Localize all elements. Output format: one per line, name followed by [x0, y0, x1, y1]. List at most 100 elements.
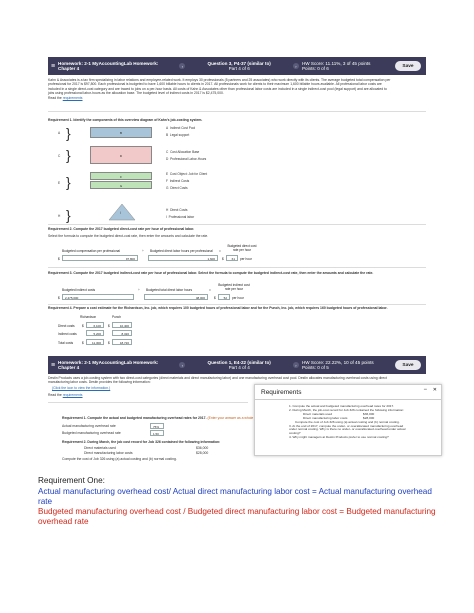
- divide-sign: ÷: [138, 288, 140, 292]
- indirect-rate-input[interactable]: 52: [218, 294, 230, 300]
- requirements-list: 1. Compute the actual and budgeted manuf…: [289, 404, 406, 440]
- brace-icon: }: [66, 125, 71, 141]
- divider: [48, 111, 426, 112]
- row-label-direct: Direct costs: [58, 324, 75, 328]
- option-d[interactable]: D Professional Labor-Hours: [166, 157, 206, 161]
- diagram-box-b: B: [90, 127, 152, 138]
- equals-sign: =: [219, 249, 221, 253]
- diagram-box-i: I: [120, 211, 121, 215]
- formula-col3: Budgeted indirect cost rate per hour: [218, 283, 250, 291]
- divider: [48, 402, 248, 403]
- budgeted-rate-formula: Budgeted manufacturing overhead cost / B…: [38, 507, 436, 526]
- diagram-box-g: G: [90, 181, 152, 189]
- option-e[interactable]: E Cost Object: Job for Client: [166, 172, 207, 176]
- labor-hours-input[interactable]: 1,600: [148, 255, 218, 261]
- requirement-2-text: Requirement 2. Compute the 2017 budgeted…: [48, 227, 195, 231]
- divider: [48, 304, 426, 305]
- save-button[interactable]: Save: [395, 360, 421, 370]
- next-question-icon[interactable]: ›: [292, 63, 299, 69]
- option-a[interactable]: A Indirect Cost Pool: [166, 126, 195, 130]
- prev-question-icon[interactable]: ‹: [179, 362, 186, 368]
- formula-col2: Budgeted direct labor hours per professi…: [150, 249, 213, 253]
- direct-labor-value: $28,000: [196, 451, 209, 455]
- formula-col3: Budgeted direct cost rate per hour: [227, 244, 257, 252]
- requirements-dialog: Requirements − ✕ 1. Compute the actual a…: [254, 384, 442, 456]
- close-icon[interactable]: ✕: [433, 387, 437, 393]
- brace-icon: }: [66, 174, 71, 190]
- direct-rate-input[interactable]: 61: [226, 255, 238, 261]
- actual-rate-label: Actual manufacturing overhead rate: [62, 424, 116, 428]
- answer-letter-e: E: [58, 181, 61, 185]
- answer-letter-c: C: [58, 154, 61, 158]
- divider: [48, 267, 426, 268]
- score-info: HW Score: 22.22%, 10 of 45 points Points…: [301, 360, 374, 370]
- menu-icon[interactable]: ≡: [48, 362, 58, 369]
- requirements-link[interactable]: requirements: [63, 393, 83, 397]
- formula-col1: Budgeted compensation per professional: [62, 249, 120, 253]
- brace-icon: }: [66, 207, 71, 223]
- diagram-box-d: D: [90, 146, 152, 164]
- option-i[interactable]: I Professional labor: [166, 215, 194, 219]
- formula-col1: Budgeted indirect costs: [62, 288, 96, 292]
- option-b[interactable]: B Legal support: [166, 133, 189, 137]
- actual-rate-formula: Actual manufacturing overhead cost/ Actu…: [38, 487, 432, 506]
- requirements-link[interactable]: requirements: [63, 96, 83, 100]
- view-information-link[interactable]: (Click the icon to view the information.…: [52, 386, 110, 390]
- option-c[interactable]: C Cost Allocation Base: [166, 150, 199, 154]
- question-info: Question 3, P4-37 (similar to) Part 4 of…: [207, 61, 271, 71]
- actual-rate-input[interactable]: 75%: [150, 423, 164, 429]
- divider: [48, 224, 426, 225]
- diagram-box-f: F: [90, 172, 152, 180]
- compensation-input[interactable]: 97,800: [62, 255, 138, 261]
- answer-letter-a: A: [58, 131, 61, 135]
- formula-col2: Budgeted total direct labor hours: [146, 288, 193, 292]
- homework-title: Homework: 2-1 MyAccountingLab Homework: …: [58, 359, 159, 370]
- requirement-3-text: Requirement 3. Compute the 2017 budgeted…: [48, 271, 374, 275]
- column-punch: Punch: [112, 315, 122, 319]
- budgeted-rate-label: Budgeted manufacturing overhead rate: [62, 431, 121, 435]
- richardson-indirect-input[interactable]: 5,200: [86, 330, 104, 336]
- prev-question-icon[interactable]: ‹: [179, 63, 186, 69]
- option-g[interactable]: G Direct Costs: [166, 186, 188, 190]
- problem-intro: Kahn & Associates is a tax firm speciali…: [48, 78, 391, 100]
- budgeted-rate-input[interactable]: 1.50: [150, 430, 164, 436]
- direct-labor-label: Direct manufacturing labor costs: [84, 451, 133, 455]
- save-button[interactable]: Save: [395, 61, 421, 71]
- direct-materials-value: $36,000: [196, 446, 209, 450]
- punch-direct-input[interactable]: 10,400: [112, 322, 132, 328]
- row-label-total: Total costs: [58, 341, 74, 345]
- menu-icon[interactable]: ≡: [48, 63, 58, 70]
- row-label-indirect: Indirect costs: [58, 332, 77, 336]
- requirement-1-text-2: Requirement 1. Compute the actual and bu…: [62, 416, 268, 420]
- unit-label: per hour: [232, 296, 244, 300]
- score-info: HW Score: 11.11%, 3 of 45 points Points:…: [301, 61, 371, 71]
- indirect-costs-input[interactable]: 2,475,000: [62, 294, 134, 300]
- requirement-1-text: Requirement 1. Identify the components o…: [48, 118, 203, 122]
- option-f[interactable]: F Indirect Costs: [166, 179, 189, 183]
- next-question-icon[interactable]: ›: [292, 362, 299, 368]
- brace-icon: }: [66, 147, 71, 163]
- equals-sign: =: [209, 288, 211, 292]
- question-info: Question 1, E4-22 (similar to) Part 4 of…: [207, 360, 271, 370]
- homework-header-2: ≡ Homework: 2-1 MyAccountingLab Homework…: [48, 356, 426, 374]
- dialog-title: Requirements: [261, 389, 302, 396]
- punch-indirect-input[interactable]: 8,320: [112, 330, 132, 336]
- richardson-total-input[interactable]: 11,300: [86, 339, 104, 345]
- total-hours-input[interactable]: 48,000: [144, 294, 208, 300]
- punch-total-input[interactable]: 18,720: [112, 339, 132, 345]
- requirement-one-heading: Requirement One:: [38, 476, 105, 485]
- column-richardson: Richardson: [80, 315, 97, 319]
- triangle-icon: [108, 203, 136, 221]
- direct-materials-label: Direct materials used: [84, 446, 116, 450]
- compute-instruction: Compute the cost of Job 326 using (a) ac…: [62, 457, 177, 461]
- minimize-icon[interactable]: −: [423, 387, 427, 393]
- homework-title: Homework: 2-1 MyAccountingLab Homework: …: [58, 60, 159, 71]
- divide-sign: ÷: [142, 249, 144, 253]
- richardson-direct-input[interactable]: 6,100: [86, 322, 104, 328]
- homework-header: ≡ Homework: 2-1 MyAccountingLab Homework…: [48, 57, 426, 75]
- option-h[interactable]: H Direct Costs: [166, 208, 187, 212]
- dialog-divider: [255, 399, 441, 400]
- answer-letter-h: H: [58, 214, 61, 218]
- unit-label: per hour: [240, 257, 252, 261]
- requirement-2-text-2: Requirement 2. During March, the job cos…: [62, 440, 221, 444]
